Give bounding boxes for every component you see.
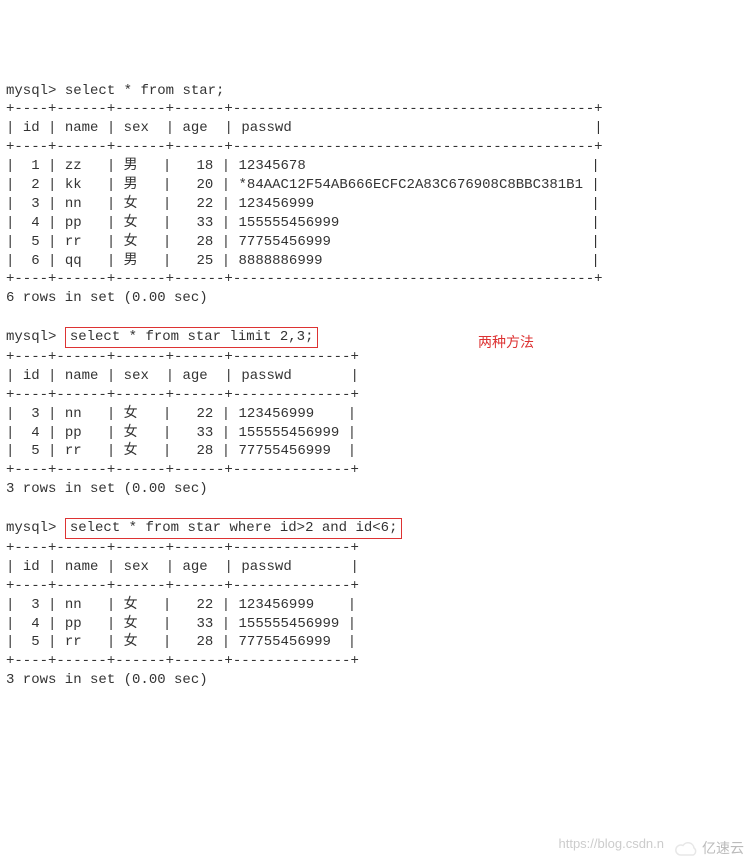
cell: kk — [65, 177, 82, 193]
cell: 男 — [124, 158, 138, 174]
cell: pp — [65, 425, 82, 441]
cell: zz — [65, 158, 82, 174]
cell: 123456999 — [239, 196, 315, 212]
cell: 18 — [196, 158, 213, 174]
cell: nn — [65, 406, 82, 422]
cloud-icon — [674, 840, 700, 858]
cell: 女 — [124, 215, 138, 231]
cell: 8888886999 — [239, 253, 323, 269]
cell: 12345678 — [239, 158, 306, 174]
col-age: age — [183, 559, 208, 575]
cell: 3 — [31, 406, 39, 422]
cell: 155555456999 — [239, 215, 340, 231]
query-3-highlighted: select * from star where id>2 and id<6; — [65, 518, 403, 539]
cell: 3 — [31, 597, 39, 613]
cell: pp — [65, 215, 82, 231]
cell: 女 — [124, 634, 138, 650]
cell: 25 — [196, 253, 213, 269]
cell: nn — [65, 597, 82, 613]
separator: +----+------+------+------+-------------… — [6, 653, 359, 669]
col-age: age — [183, 120, 208, 136]
col-id: id — [23, 368, 40, 384]
cell: 155555456999 — [239, 616, 340, 632]
col-name: name — [65, 559, 99, 575]
cell: 女 — [124, 425, 138, 441]
cell: 1 — [31, 158, 39, 174]
cell: 28 — [196, 234, 213, 250]
query-1: select * from star; — [65, 83, 225, 99]
cell: 155555456999 — [239, 425, 340, 441]
col-sex: sex — [124, 368, 149, 384]
mysql-prompt: mysql> — [6, 83, 56, 99]
col-passwd: passwd — [241, 368, 291, 384]
cell: pp — [65, 616, 82, 632]
mysql-prompt: mysql> — [6, 520, 56, 536]
cell: 6 — [31, 253, 39, 269]
cell: 77755456999 — [239, 234, 331, 250]
cell: 33 — [196, 425, 213, 441]
cell: 3 — [31, 196, 39, 212]
cell: nn — [65, 196, 82, 212]
col-passwd: passwd — [241, 559, 291, 575]
cell: rr — [65, 234, 82, 250]
cell: 女 — [124, 406, 138, 422]
mysql-prompt: mysql> — [6, 329, 56, 345]
annotation-text: 两种方法 — [478, 333, 534, 352]
col-id: id — [23, 120, 40, 136]
separator: +----+------+------+------+-------------… — [6, 349, 359, 365]
cell: 20 — [196, 177, 213, 193]
query-2-highlighted: select * from star limit 2,3; — [65, 327, 319, 348]
cell: 33 — [196, 215, 213, 231]
separator: +----+------+------+------+-------------… — [6, 578, 359, 594]
cell: 28 — [196, 443, 213, 459]
logo-badge: 亿速云 — [674, 839, 744, 858]
separator: +----+------+------+------+-------------… — [6, 101, 603, 117]
col-name: name — [65, 120, 99, 136]
col-sex: sex — [124, 559, 149, 575]
cell: 男 — [124, 177, 138, 193]
cell: 2 — [31, 177, 39, 193]
cell: 123456999 — [239, 597, 315, 613]
cell: 男 — [124, 253, 138, 269]
result-summary: 3 rows in set (0.00 sec) — [6, 672, 208, 688]
cell: qq — [65, 253, 82, 269]
cell: 5 — [31, 443, 39, 459]
cell: 33 — [196, 616, 213, 632]
cell: 4 — [31, 425, 39, 441]
col-passwd: passwd — [241, 120, 291, 136]
result-summary: 6 rows in set (0.00 sec) — [6, 290, 208, 306]
cell: 女 — [124, 597, 138, 613]
cell: 女 — [124, 234, 138, 250]
col-sex: sex — [124, 120, 149, 136]
cell: *84AAC12F54AB666ECFC2A83C676908C8BBC381B… — [239, 177, 583, 193]
watermark-text: https://blog.csdn.n — [558, 835, 664, 853]
logo-text: 亿速云 — [702, 839, 744, 858]
separator: +----+------+------+------+-------------… — [6, 139, 603, 155]
cell: 77755456999 — [239, 443, 331, 459]
cell: 4 — [31, 215, 39, 231]
col-name: name — [65, 368, 99, 384]
result-summary: 3 rows in set (0.00 sec) — [6, 481, 208, 497]
separator: +----+------+------+------+-------------… — [6, 462, 359, 478]
cell: 22 — [196, 597, 213, 613]
cell: rr — [65, 634, 82, 650]
col-age: age — [183, 368, 208, 384]
cell: 5 — [31, 234, 39, 250]
cell: 22 — [196, 196, 213, 212]
cell: 女 — [124, 443, 138, 459]
separator: +----+------+------+------+-------------… — [6, 271, 603, 287]
separator: +----+------+------+------+-------------… — [6, 387, 359, 403]
cell: 77755456999 — [239, 634, 331, 650]
cell: rr — [65, 443, 82, 459]
cell: 22 — [196, 406, 213, 422]
col-id: id — [23, 559, 40, 575]
separator: +----+------+------+------+-------------… — [6, 540, 359, 556]
cell: 女 — [124, 616, 138, 632]
cell: 4 — [31, 616, 39, 632]
cell: 女 — [124, 196, 138, 212]
cell: 123456999 — [239, 406, 315, 422]
cell: 28 — [196, 634, 213, 650]
cell: 5 — [31, 634, 39, 650]
